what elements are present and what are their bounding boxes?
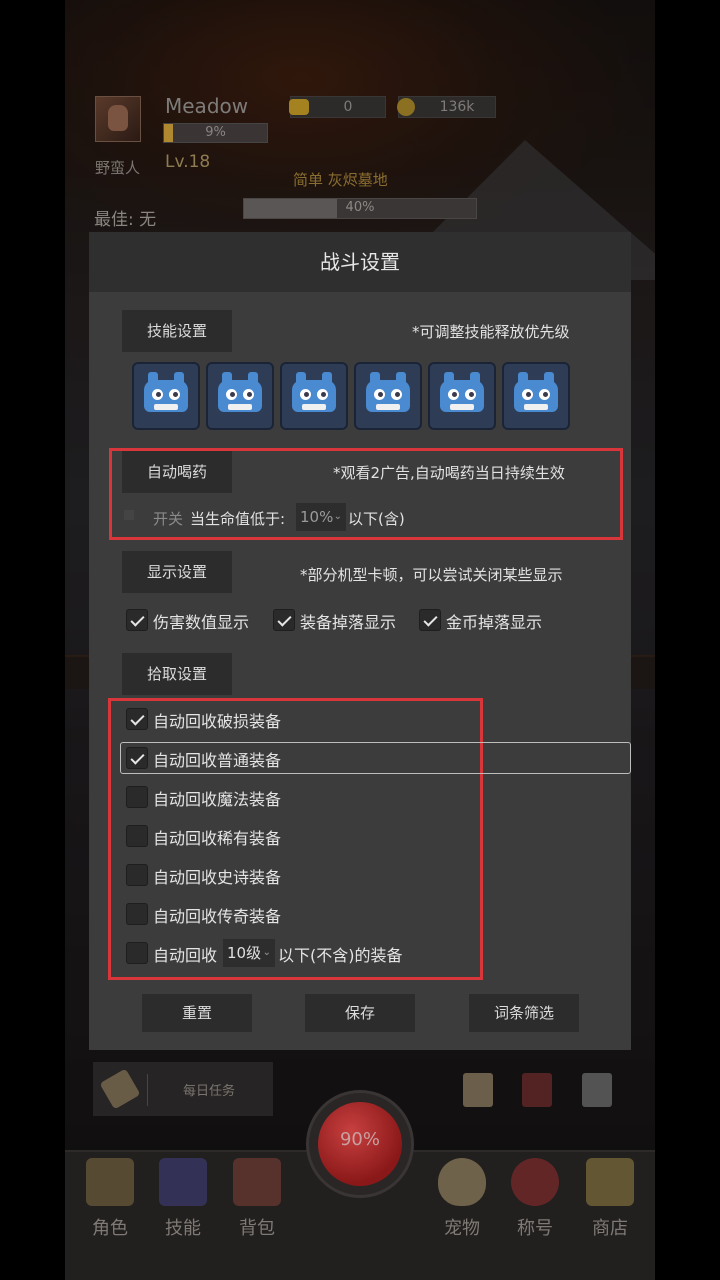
player-level: Lv.18 (165, 152, 211, 172)
potion-condition-label: 当生命值低于: (190, 510, 286, 528)
pickup-option-label: 自动回收稀有装备 (153, 829, 282, 848)
battle-settings-dialog: 战斗设置 技能设置 *可调整技能释放优先级 自动喝药 *观看2广告,自动喝药当日… (89, 232, 631, 1050)
shop-hand-icon (586, 1158, 634, 1206)
godot-icon (524, 404, 548, 410)
xp-bar: 9% (163, 123, 268, 143)
nav-label: 技能 (165, 1218, 201, 1239)
chevron-down-icon: ⌄ (333, 511, 342, 522)
display-option-checkbox[interactable] (126, 609, 148, 631)
pickup-option-checkbox[interactable] (126, 708, 148, 730)
daily-task-panel[interactable]: 每日任务 (93, 1062, 273, 1116)
godot-icon (376, 404, 400, 410)
skill-slot-6[interactable] (502, 362, 570, 430)
recycle-level-select[interactable]: 10级 ⌄ (223, 939, 275, 967)
pickup-option-checkbox[interactable] (126, 747, 148, 769)
stage-percent: 40% (345, 200, 375, 215)
player-avatar[interactable] (95, 96, 141, 142)
nav-skills[interactable]: 技能 (153, 1158, 213, 1240)
divider (147, 1074, 148, 1106)
hp-orb-value: 90% (339, 1129, 380, 1150)
backpack-icon (233, 1158, 281, 1206)
egg-icon (438, 1158, 486, 1206)
gold-ingot-icon (289, 99, 309, 115)
affix-filter-button[interactable]: 词条筛选 (469, 994, 579, 1032)
pickup-option-checkbox[interactable] (126, 903, 148, 925)
gold-value: 0 (343, 99, 353, 115)
display-option-checkbox[interactable] (419, 609, 441, 631)
save-button[interactable]: 保存 (305, 994, 415, 1032)
hp-orb[interactable]: 90% (306, 1090, 414, 1198)
skill-slot-5[interactable] (428, 362, 496, 430)
pickup-option-label: 自动回收史诗装备 (153, 868, 282, 887)
skill-slot-3[interactable] (280, 362, 348, 430)
nav-label: 角色 (92, 1218, 128, 1239)
recycle-level-value: 10级 (227, 944, 262, 962)
chevron-down-icon: ⌄ (262, 947, 271, 958)
nav-shop[interactable]: 商店 (580, 1158, 640, 1240)
skill-slot-2[interactable] (206, 362, 274, 430)
potion-switch-indicator[interactable] (124, 510, 134, 520)
godot-icon (450, 404, 474, 410)
pickup-option-label: 自动回收普通装备 (153, 751, 282, 770)
stage-progress-bar: 40% (243, 198, 477, 219)
skill-slot-4[interactable] (354, 362, 422, 430)
nav-label: 宠物 (444, 1218, 480, 1239)
skill-settings-button[interactable]: 技能设置 (122, 310, 232, 352)
book-icon[interactable] (582, 1073, 612, 1107)
skill-slot-1[interactable] (132, 362, 200, 430)
scroll-icon (99, 1068, 141, 1110)
potion-suffix: 以下(含) (348, 510, 405, 528)
coin-icon (397, 98, 415, 116)
pickup-option-checkbox[interactable] (126, 864, 148, 886)
best-record: 最佳: 无 (94, 210, 157, 230)
skill-note: *可调整技能释放优先级 (412, 323, 570, 341)
auto-potion-button[interactable]: 自动喝药 (122, 451, 232, 493)
dialog-title: 战斗设置 (89, 232, 631, 292)
pickup-settings-button[interactable]: 拾取设置 (122, 653, 232, 695)
nav-label: 背包 (239, 1218, 275, 1239)
display-settings-button[interactable]: 显示设置 (122, 551, 232, 593)
nav-pet[interactable]: 宠物 (432, 1158, 492, 1240)
nav-title[interactable]: 称号 (505, 1158, 565, 1240)
spellbook-icon (159, 1158, 207, 1206)
pickup-option-checkbox[interactable] (126, 825, 148, 847)
tent-icon (86, 1158, 134, 1206)
display-option-label: 装备掉落显示 (300, 613, 397, 632)
nav-character[interactable]: 角色 (80, 1158, 140, 1240)
badge-icon (511, 1158, 559, 1206)
pickup-option-checkbox[interactable] (126, 786, 148, 808)
notice-scroll-icon[interactable] (463, 1073, 493, 1107)
potion-threshold-value: 10% (300, 508, 334, 526)
gold-counter: 0 (289, 96, 386, 118)
display-option-checkbox[interactable] (273, 609, 295, 631)
xp-percent: 9% (205, 125, 226, 140)
pickup-option-label: 自动回收传奇装备 (153, 907, 282, 926)
recycle-by-level-checkbox[interactable] (126, 942, 148, 964)
potion-switch-label[interactable]: 开关 (153, 508, 183, 529)
display-option-label: 金币掉落显示 (446, 613, 543, 632)
potion-threshold-select[interactable]: 10% ⌄ (296, 503, 346, 531)
godot-icon (154, 404, 178, 410)
pickup-option-label: 自动回收破损装备 (153, 712, 282, 731)
coin-value: 136k (439, 99, 475, 115)
nav-backpack[interactable]: 背包 (227, 1158, 287, 1240)
display-note: *部分机型卡顿，可以尝试关闭某些显示 (300, 566, 563, 584)
pickup-option-label: 自动回收魔法装备 (153, 790, 282, 809)
coin-counter: 136k (397, 96, 496, 118)
nav-label: 称号 (517, 1218, 553, 1239)
reset-button[interactable]: 重置 (142, 994, 252, 1032)
stage-difficulty: 简单 灰烬墓地 (293, 171, 388, 189)
nav-label: 商店 (592, 1218, 628, 1239)
godot-icon (302, 404, 326, 410)
potion-note: *观看2广告,自动喝药当日持续生效 (333, 464, 565, 482)
godot-icon (228, 404, 252, 410)
game-screen: Meadow 9% 野蛮人 Lv.18 0 136k 简单 灰烬墓地 最佳: 无… (0, 0, 720, 1280)
recycle-level-suffix: 以下(不含)的装备 (278, 946, 403, 965)
mail-envelope-icon[interactable] (522, 1073, 552, 1107)
player-name: Meadow (165, 94, 249, 118)
recycle-level-prefix: 自动回收 (153, 946, 218, 965)
display-option-label: 伤害数值显示 (153, 613, 250, 632)
player-class: 野蛮人 (95, 159, 141, 177)
daily-task-label: 每日任务 (183, 1084, 236, 1099)
